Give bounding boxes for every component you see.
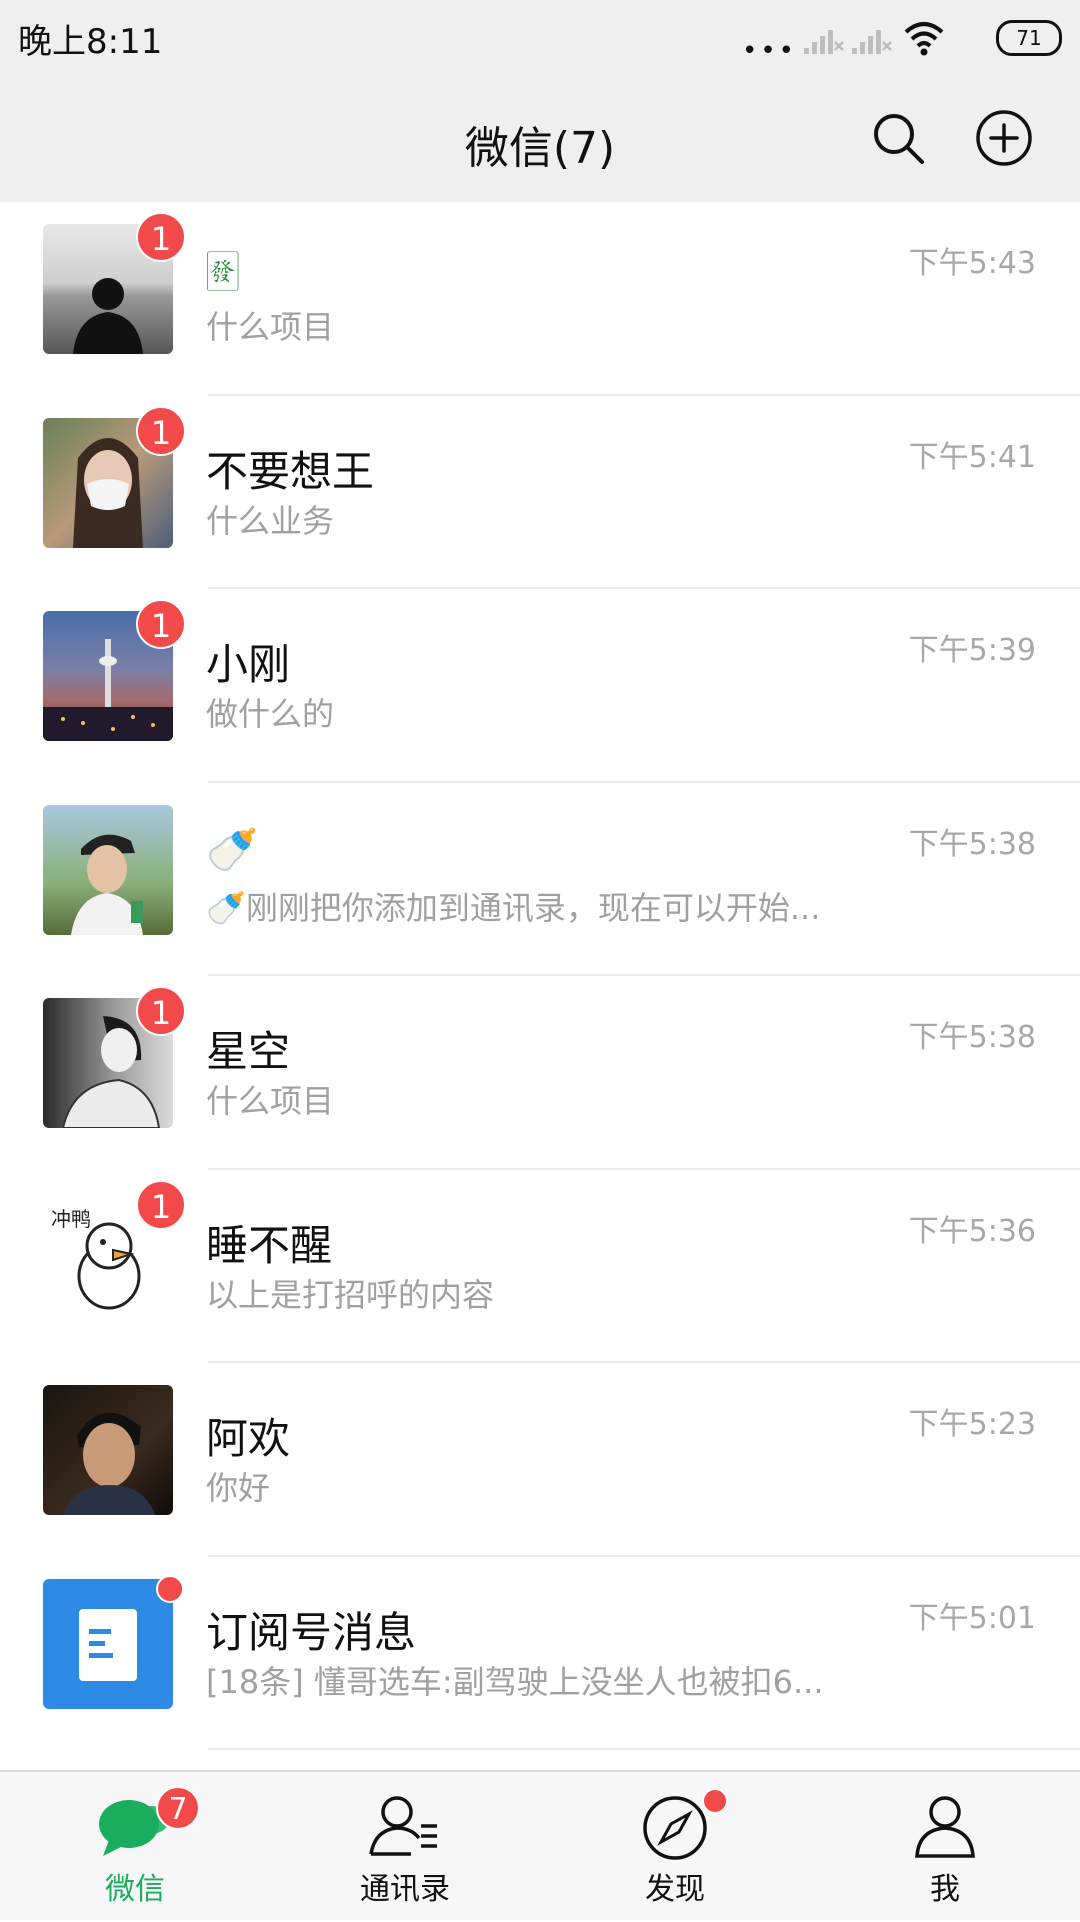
tab-dot [702, 1788, 728, 1814]
unread-badge: 1 [136, 599, 186, 649]
chat-time: 下午5:38 [908, 826, 1036, 862]
chat-name: 订阅号消息 [206, 1607, 417, 1657]
chat-name: 🀅 [206, 244, 240, 293]
tab-label: 发现 [645, 1872, 705, 1907]
avatar [43, 1385, 173, 1515]
app-header: 微信(7) [0, 78, 1080, 202]
chat-row[interactable]: 冲鸭 1 睡不醒 以上是打招呼的内容 下午5:36 [0, 1169, 1080, 1363]
divider [208, 1748, 1080, 1750]
signal-icon [852, 30, 892, 54]
tab-label: 我 [930, 1872, 960, 1907]
search-icon[interactable] [868, 108, 928, 168]
status-icons: ••• 71 [742, 18, 1062, 66]
unread-dot [156, 1574, 184, 1603]
chat-row[interactable]: 1 不要想王 什么业务 下午5:41 [0, 395, 1080, 589]
chat-row[interactable]: 1 星空 什么项目 下午5:38 [0, 976, 1080, 1170]
unread-badge: 1 [136, 986, 186, 1036]
battery-icon: 71 [996, 20, 1062, 56]
tab-contacts[interactable]: 通讯录 [270, 1772, 540, 1922]
chat-time: 下午5:01 [908, 1600, 1036, 1636]
chat-preview: 🍼刚刚把你添加到通讯录，现在可以开始... [206, 888, 821, 927]
chat-list: 1 🀅 什么项目 下午5:43 1 不要想王 什么业务 下午5:41 1 小刚 … [0, 202, 1080, 1750]
tab-chats[interactable]: 7 微信 [0, 1772, 270, 1922]
signal-icon [804, 30, 844, 54]
person-icon [915, 1796, 975, 1858]
chat-preview: 你好 [206, 1469, 271, 1507]
chat-time: 下午5:39 [908, 633, 1036, 668]
tab-bar: 7 微信 通讯录 发现 我 [0, 1770, 1080, 1920]
chat-row[interactable]: 🍼 🍼刚刚把你添加到通讯录，现在可以开始... 下午5:38 [0, 782, 1080, 976]
add-icon[interactable] [974, 108, 1034, 168]
contacts-icon [369, 1796, 437, 1856]
chat-name: 🍼 [206, 824, 259, 874]
chat-time: 下午5:41 [908, 439, 1036, 475]
chat-time: 下午5:36 [908, 1213, 1036, 1249]
tab-label: 通讯录 [360, 1872, 450, 1907]
chat-preview: 做什么的 [206, 695, 335, 733]
status-time: 晚上8:11 [18, 22, 163, 62]
chat-name: 小刚 [206, 640, 291, 689]
chat-row[interactable]: 订阅号消息 [18条] 懂哥选车:副驾驶上没坐人也被扣6... 下午5:01 [0, 1556, 1080, 1750]
chat-name: 睡不醒 [206, 1220, 333, 1270]
chat-preview: 以上是打招呼的内容 [206, 1275, 495, 1314]
chat-name: 阿欢 [206, 1414, 291, 1463]
chat-preview: [18条] 懂哥选车:副驾驶上没坐人也被扣6... [206, 1662, 824, 1701]
unread-badge: 1 [136, 212, 186, 262]
unread-badge: 1 [136, 405, 186, 456]
chat-row[interactable]: 阿欢 你好 下午5:23 [0, 1363, 1080, 1557]
avatar [43, 804, 173, 935]
wifi-icon [904, 22, 944, 56]
tab-badge: 7 [156, 1786, 200, 1830]
chat-time: 下午5:38 [908, 1020, 1036, 1055]
chat-preview: 什么项目 [206, 1082, 335, 1120]
chat-row[interactable]: 1 小刚 做什么的 下午5:39 [0, 589, 1080, 783]
status-bar: 晚上8:11 ••• 71 [0, 0, 1080, 78]
chat-name: 不要想王 [206, 446, 375, 496]
subscription-icon [43, 1578, 173, 1709]
svg-text:冲鸭: 冲鸭 [51, 1207, 91, 1231]
tab-label: 微信 [105, 1872, 165, 1907]
unread-badge: 1 [136, 1179, 186, 1230]
chat-time: 下午5:23 [908, 1407, 1036, 1442]
tab-me[interactable]: 我 [810, 1772, 1080, 1922]
chat-name: 星空 [206, 1027, 291, 1076]
chat-preview: 什么项目 [206, 308, 335, 346]
tab-discover[interactable]: 发现 [540, 1772, 810, 1922]
more-dots-icon: ••• [742, 36, 798, 66]
chat-row[interactable]: 1 🀅 什么项目 下午5:43 [0, 202, 1080, 396]
chat-preview: 什么业务 [206, 501, 335, 540]
chat-time: 下午5:43 [908, 246, 1036, 281]
